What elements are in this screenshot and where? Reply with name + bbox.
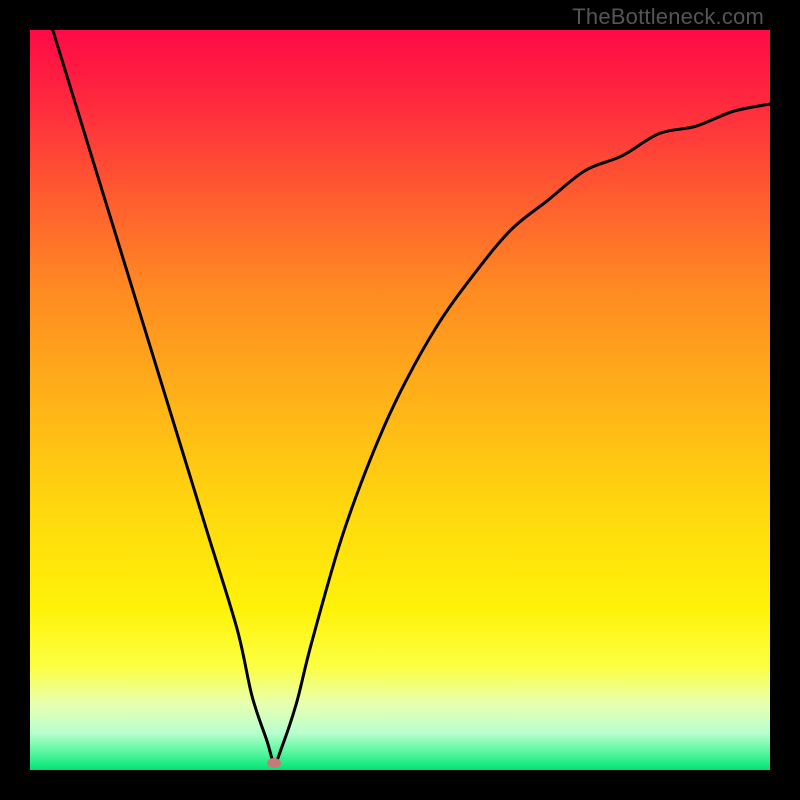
bottleneck-curve-path	[30, 30, 770, 763]
bottleneck-curve	[30, 30, 770, 770]
optimum-marker	[267, 758, 281, 768]
chart-frame	[30, 30, 770, 770]
watermark-text: TheBottleneck.com	[572, 4, 764, 30]
